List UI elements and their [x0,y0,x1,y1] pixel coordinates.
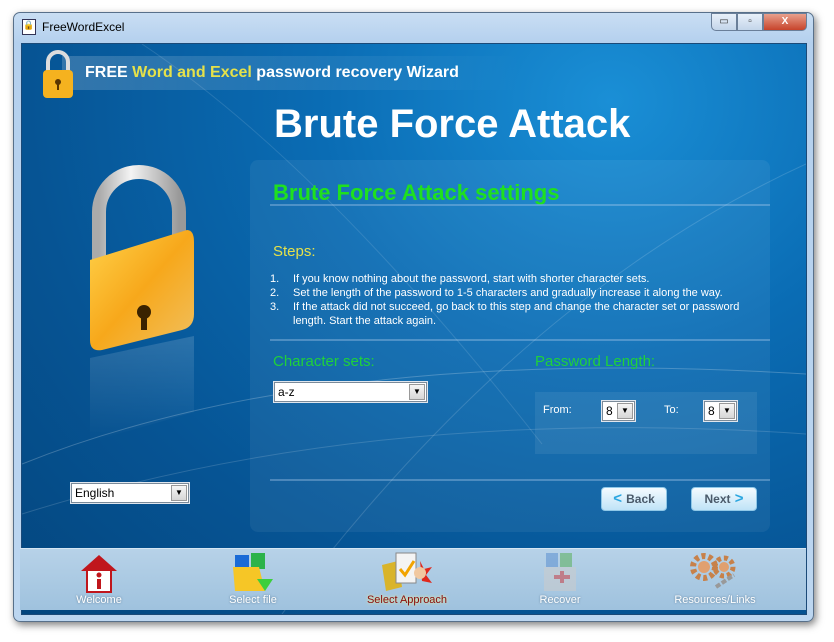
title-bar: 🔒 FreeWordExcel ▭ ▫ X [14,13,813,43]
close-button[interactable]: X [763,13,807,31]
to-label: To: [664,404,679,416]
nav-resources-links[interactable]: Resources/Links [660,551,770,606]
character-set-select[interactable]: a-z ▼ [274,382,427,402]
recover-icon [544,553,576,591]
step-item: 3. If the attack did not succeed, go back… [270,301,740,327]
main-area: Brute Force Attack settings Steps: 1. If … [20,42,806,614]
from-length-select[interactable]: 8 ▼ [602,401,635,421]
to-length-select[interactable]: 8 ▼ [704,401,737,421]
step-item: 1. If you know nothing about the password… [270,273,650,285]
from-label: From: [543,404,572,416]
language-select[interactable]: English ▼ [71,483,189,503]
steps-list: 1. If you know nothing about the password… [270,272,790,328]
app-icon: 🔒 [22,19,36,35]
divider [270,339,770,341]
nav-select-file[interactable]: Select file [198,551,308,606]
home-icon [81,555,117,593]
chevron-left-icon: < [613,490,627,507]
maximize-button[interactable]: ▫ [737,13,763,31]
settings-panel [250,160,770,532]
select-approach-icon [382,552,432,591]
divider [270,479,770,481]
password-length-label: Password Length: [535,353,656,370]
chevron-down-icon[interactable]: ▼ [719,403,735,419]
divider [270,204,770,206]
steps-title: Steps: [273,243,316,260]
minimize-button[interactable]: ▭ [711,13,737,31]
select-file-icon [233,553,273,591]
step-item: 2. Set the length of the password to 1-5 … [270,287,723,299]
nav-select-approach[interactable]: Select Approach [352,551,462,606]
gears-icon [690,553,736,589]
settings-title: Brute Force Attack settings [273,180,560,205]
back-button[interactable]: < Back [601,487,667,511]
character-sets-label: Character sets: [273,353,375,370]
nav-recover[interactable]: Recover [505,551,615,606]
chevron-right-icon: > [730,490,744,507]
window-title: FreeWordExcel [42,20,125,34]
next-button[interactable]: Next > [691,487,757,511]
nav-welcome[interactable]: Welcome [44,551,154,606]
chevron-down-icon[interactable]: ▼ [409,384,425,400]
chevron-down-icon[interactable]: ▼ [171,485,187,501]
chevron-down-icon[interactable]: ▼ [617,403,633,419]
wizard-nav: Welcome Select file Select Approach Reco… [20,548,806,610]
